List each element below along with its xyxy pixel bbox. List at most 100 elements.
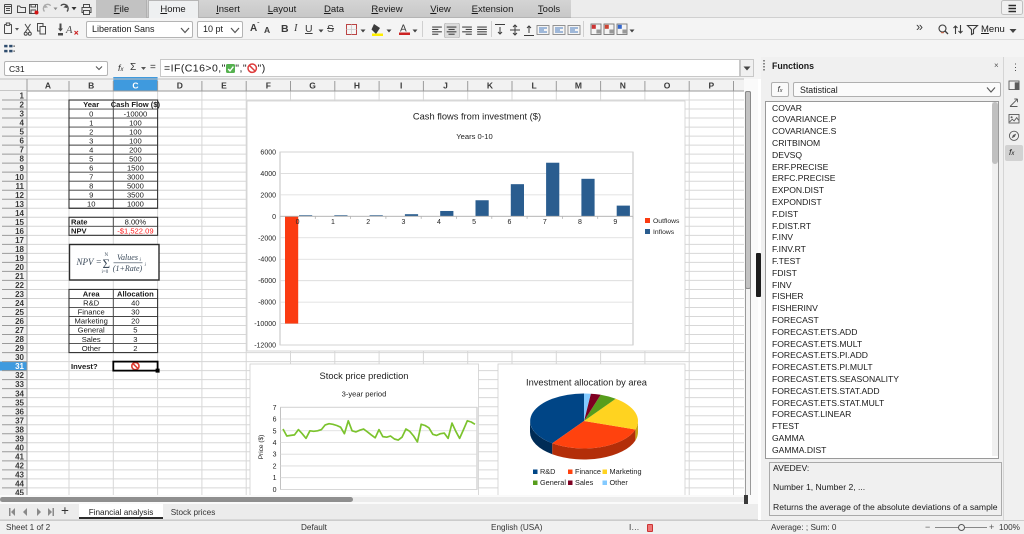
svg-text:33: 33 — [15, 380, 24, 389]
svg-text:17: 17 — [15, 236, 24, 245]
svg-text:3: 3 — [402, 219, 406, 226]
svg-text:20: 20 — [131, 317, 139, 326]
svg-text:6: 6 — [20, 137, 25, 146]
svg-text:Cash flows from investment ($): Cash flows from investment ($) — [413, 112, 541, 122]
svg-text:100: 100 — [129, 136, 142, 145]
svg-text:Marketing: Marketing — [610, 467, 642, 476]
svg-text:40: 40 — [131, 299, 139, 308]
svg-text:B: B — [88, 81, 94, 91]
svg-text:D: D — [177, 81, 183, 91]
svg-text:R&D: R&D — [540, 467, 555, 476]
svg-text:3000: 3000 — [127, 172, 144, 181]
svg-text:Stock price prediction: Stock price prediction — [320, 371, 409, 381]
svg-text:Rate: Rate — [71, 217, 87, 226]
svg-text:5: 5 — [89, 154, 93, 163]
svg-text:11: 11 — [16, 182, 25, 191]
svg-text:15: 15 — [15, 218, 24, 227]
svg-text:6: 6 — [507, 219, 511, 226]
svg-text:5: 5 — [472, 219, 476, 226]
svg-text:10: 10 — [15, 173, 24, 182]
svg-text:-10000: -10000 — [254, 321, 276, 328]
svg-text:30: 30 — [15, 353, 24, 362]
svg-text:N: N — [620, 81, 626, 91]
svg-text:32: 32 — [15, 371, 24, 380]
svg-text:3: 3 — [20, 110, 25, 119]
svg-text:2: 2 — [133, 344, 137, 353]
svg-text:General: General — [540, 478, 566, 487]
svg-text:Finance: Finance — [78, 308, 105, 317]
svg-text:-8000: -8000 — [258, 300, 276, 307]
svg-text:3: 3 — [273, 452, 277, 459]
svg-text:(1+Rate): (1+Rate) — [113, 264, 143, 273]
svg-text:-4000: -4000 — [258, 257, 276, 264]
svg-text:A: A — [65, 25, 73, 36]
svg-text:-2000: -2000 — [258, 235, 276, 242]
svg-text:NPV: NPV — [71, 227, 88, 236]
svg-text:3: 3 — [133, 335, 137, 344]
svg-text:Allocation: Allocation — [117, 290, 154, 299]
svg-text:4: 4 — [20, 119, 25, 128]
svg-text:8: 8 — [578, 219, 582, 226]
svg-text:Finance: Finance — [575, 467, 601, 476]
svg-text:8.00%: 8.00% — [125, 217, 147, 226]
svg-text:H: H — [354, 81, 360, 91]
svg-text:6: 6 — [273, 417, 277, 424]
svg-text:Sales: Sales — [575, 478, 594, 487]
svg-text:3: 3 — [89, 136, 93, 145]
svg-text:35: 35 — [15, 398, 24, 407]
svg-text:P: P — [708, 81, 714, 91]
svg-text:0: 0 — [272, 214, 276, 221]
svg-text:Year: Year — [83, 100, 99, 109]
svg-text:0: 0 — [296, 219, 300, 226]
svg-text:J: J — [443, 81, 448, 91]
svg-text:2: 2 — [20, 101, 25, 110]
svg-text:5: 5 — [133, 326, 137, 335]
svg-text:Values: Values — [117, 253, 138, 262]
svg-text:-$1,522.09: -$1,522.09 — [117, 227, 153, 236]
svg-text:3-year period: 3-year period — [342, 390, 387, 399]
svg-text:2000: 2000 — [260, 192, 276, 199]
svg-text:3500: 3500 — [127, 190, 144, 199]
svg-text:M: M — [575, 81, 582, 91]
svg-text:12: 12 — [15, 191, 24, 200]
svg-text:K: K — [487, 81, 494, 91]
svg-text:13: 13 — [15, 200, 24, 209]
svg-text:Invest?: Invest? — [71, 362, 98, 371]
svg-text:29: 29 — [15, 344, 24, 353]
svg-text:21: 21 — [15, 272, 24, 281]
svg-text:General: General — [78, 326, 105, 335]
svg-text:L: L — [531, 81, 536, 91]
svg-text:R&D: R&D — [83, 299, 100, 308]
svg-text:36: 36 — [15, 407, 24, 416]
svg-text:NPV =: NPV = — [76, 257, 102, 267]
svg-text:8: 8 — [89, 181, 93, 190]
svg-text:4: 4 — [273, 440, 277, 447]
svg-text:4000: 4000 — [260, 171, 276, 178]
svg-text:Inflows: Inflows — [653, 229, 675, 236]
svg-text:1: 1 — [331, 219, 335, 226]
svg-text:6000: 6000 — [260, 150, 276, 157]
svg-text:25: 25 — [15, 308, 24, 317]
svg-text:100: 100 — [129, 118, 142, 127]
svg-text:7: 7 — [543, 219, 547, 226]
svg-text:1: 1 — [89, 118, 93, 127]
svg-text:2: 2 — [273, 463, 277, 470]
svg-text:7: 7 — [20, 146, 25, 155]
svg-text:20: 20 — [15, 263, 24, 272]
svg-text:37: 37 — [15, 416, 24, 425]
svg-text:C: C — [132, 81, 138, 91]
svg-text:Sales: Sales — [82, 335, 101, 344]
svg-text:Marketing: Marketing — [75, 317, 108, 326]
svg-text:39: 39 — [15, 434, 24, 443]
svg-text:7: 7 — [89, 172, 93, 181]
svg-text:4: 4 — [89, 145, 93, 154]
svg-text:28: 28 — [15, 335, 24, 344]
svg-text:6: 6 — [89, 163, 93, 172]
svg-text:Investment allocation by area: Investment allocation by area — [526, 378, 648, 388]
svg-text:23: 23 — [15, 290, 24, 299]
svg-text:22: 22 — [15, 281, 24, 290]
svg-text:31: 31 — [15, 362, 24, 371]
svg-text:24: 24 — [15, 299, 24, 308]
svg-text:5: 5 — [20, 128, 25, 137]
svg-text:O: O — [664, 81, 671, 91]
